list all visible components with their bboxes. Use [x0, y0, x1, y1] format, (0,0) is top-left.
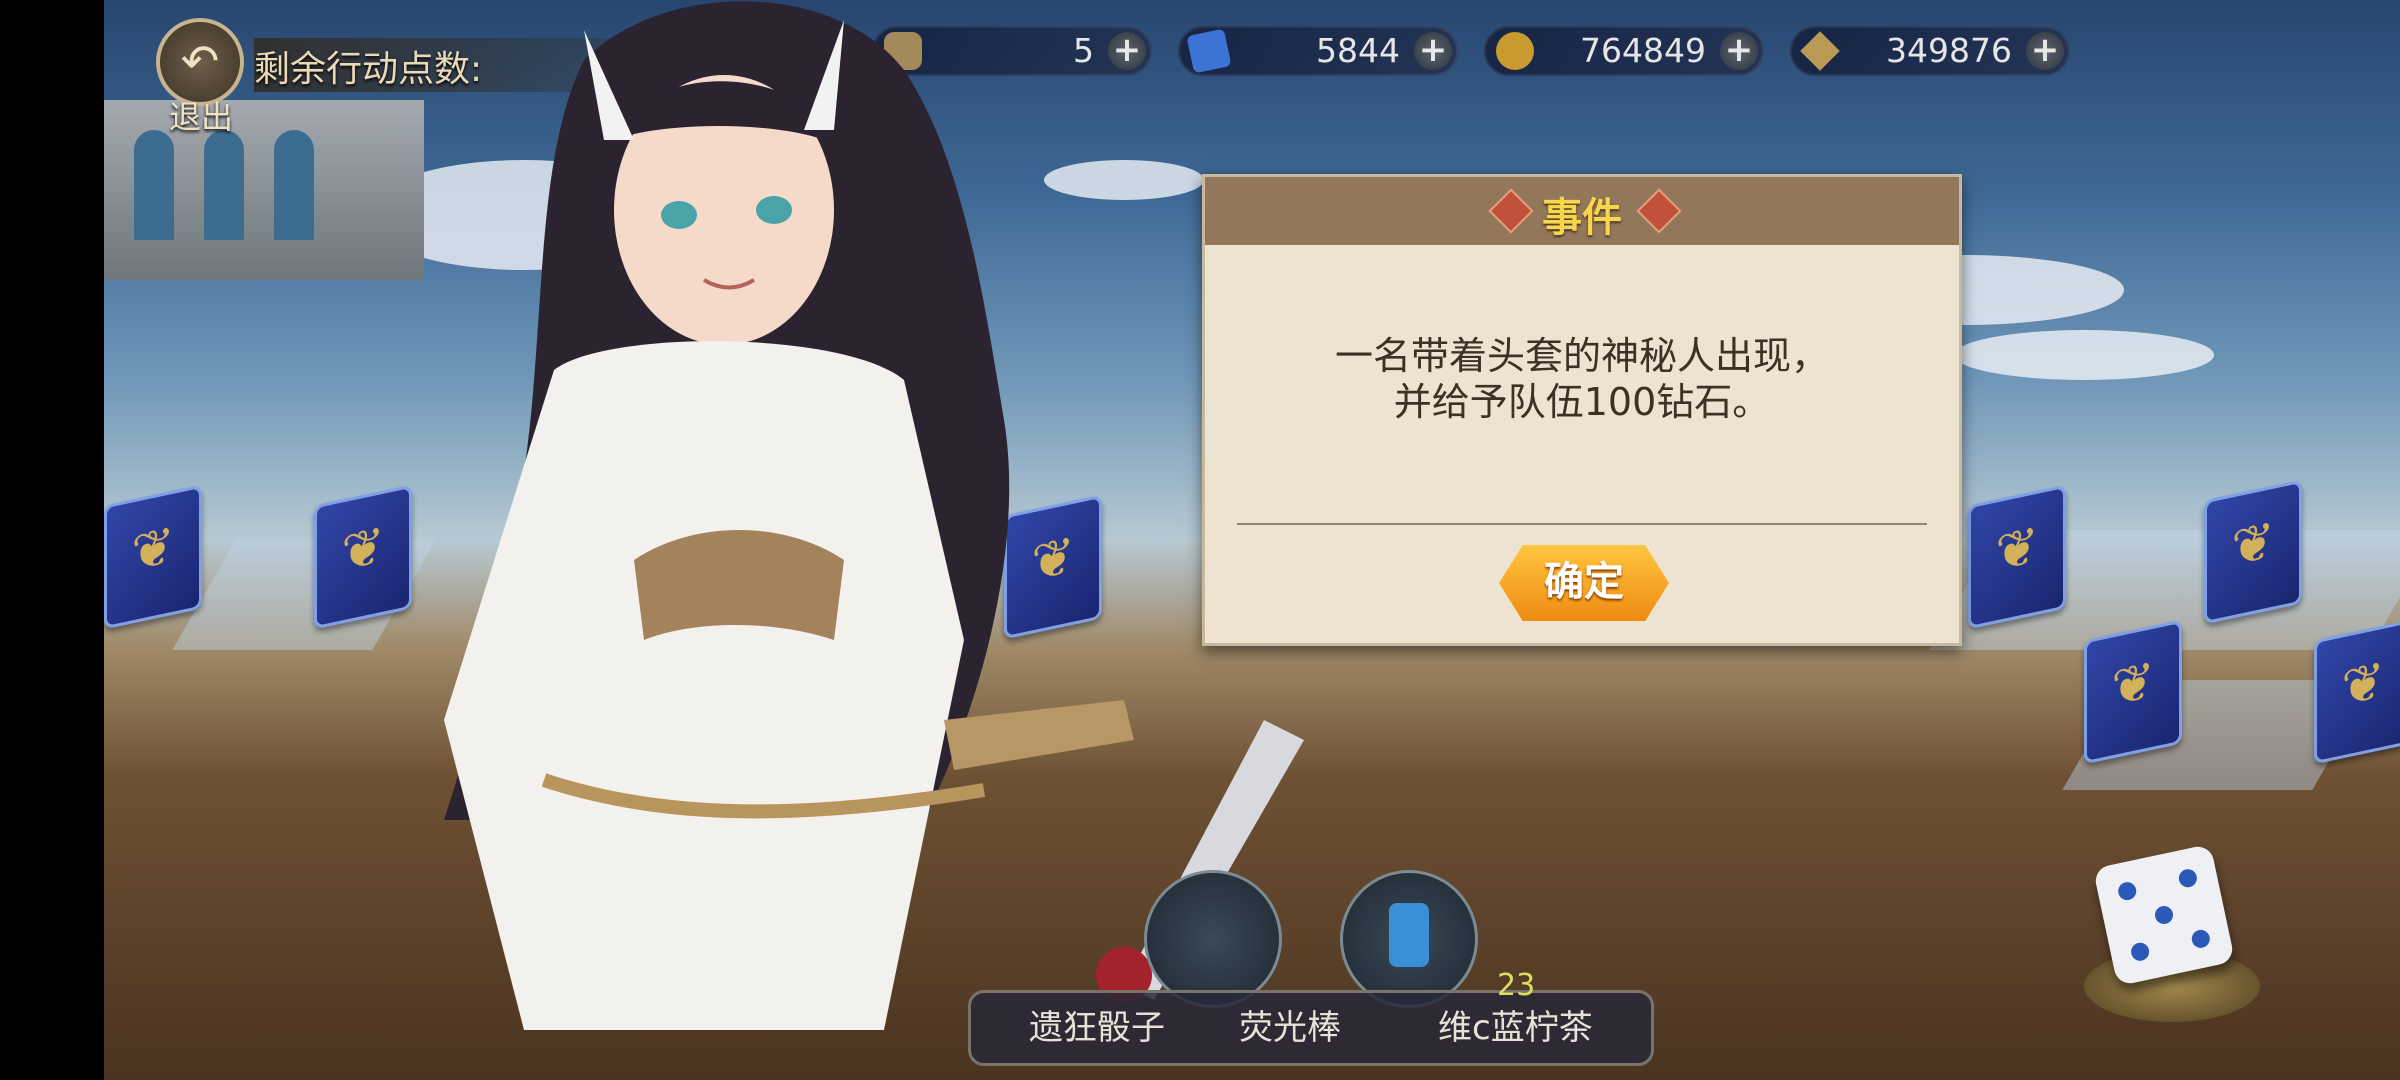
- dice-pip: [2190, 928, 2212, 950]
- item-count: 23: [1497, 968, 1536, 1003]
- item-label-dice[interactable]: 遗狂骰子: [1029, 1000, 1165, 1049]
- item-label-lemon-tea[interactable]: 维c蓝柠茶: [1438, 1000, 1593, 1049]
- board-tile: [104, 484, 202, 630]
- add-gold-button[interactable]: +: [1720, 32, 1758, 70]
- bodice: [634, 530, 844, 640]
- back-arrow-icon: ↶: [180, 34, 220, 88]
- dialog-message-line2: 并给予队伍100钻石。: [1393, 380, 1771, 424]
- board-tile: [2084, 619, 2182, 765]
- left-eye: [661, 201, 697, 229]
- arm-bracer: [944, 700, 1134, 770]
- gem-icon: [1800, 31, 1840, 71]
- exit-label: 退出: [168, 98, 233, 136]
- cloud: [1954, 330, 2214, 380]
- currency-slot-gold: 764849 +: [1484, 26, 1764, 76]
- event-dialog: 事件 一名带着头套的神秘人出现， 并给予队伍100钻石。 确定: [1202, 174, 1962, 646]
- board-tile: [2204, 479, 2302, 625]
- white-robe: [444, 341, 964, 1030]
- dice-pip: [2129, 941, 2151, 963]
- board-tile: [1968, 484, 2066, 630]
- game-scene: 剩余行动点数: 57 ↶ 退出 5 + 5844 + 764849 + 3498…: [104, 0, 2400, 1080]
- roll-dice-button[interactable]: [2092, 843, 2236, 987]
- dice-pip: [2177, 867, 2199, 889]
- confirm-button[interactable]: 确定: [1499, 545, 1669, 621]
- right-eye: [756, 196, 792, 224]
- dialog-title: 事件: [1542, 195, 1622, 241]
- ruins-arch: [134, 130, 174, 240]
- dialog-message: 一名带着头套的神秘人出现， 并给予队伍100钻石。: [1205, 333, 1959, 425]
- item-slot-lemon-tea[interactable]: [1340, 870, 1478, 1008]
- item-label-glowstick[interactable]: 荧光棒: [1239, 1000, 1341, 1049]
- dialog-divider: [1237, 523, 1927, 525]
- dialog-message-line1: 一名带着头套的神秘人出现，: [1334, 334, 1829, 378]
- dice-pip: [2116, 880, 2138, 902]
- currency-slot-gem: 349876 +: [1790, 26, 2070, 76]
- bottle-icon: [1389, 903, 1429, 967]
- currency-value: 764849: [1580, 31, 1706, 70]
- dialog-header: 事件: [1205, 177, 1959, 245]
- ruins-arch: [204, 130, 244, 240]
- currency-value: 349876: [1886, 31, 2012, 70]
- item-slot-glowstick[interactable]: [1144, 870, 1282, 1008]
- add-gem-button[interactable]: +: [2026, 32, 2064, 70]
- dice-pip: [2153, 904, 2175, 926]
- board-tile: [2314, 619, 2400, 765]
